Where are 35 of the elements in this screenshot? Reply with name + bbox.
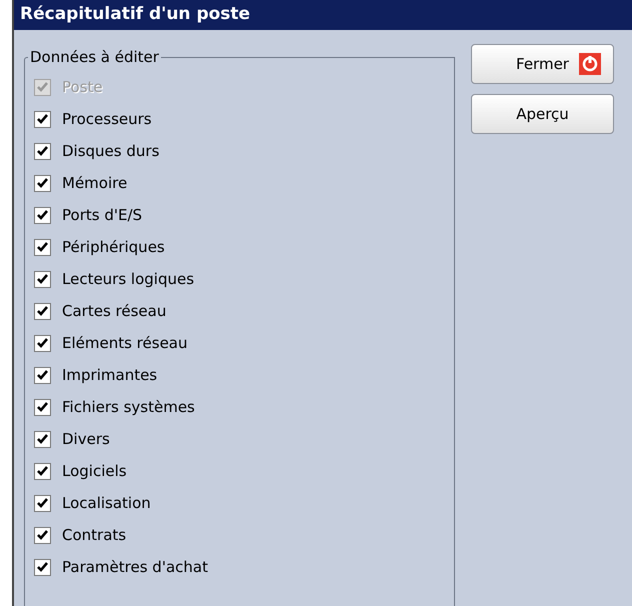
preview-button[interactable]: Aperçu <box>471 94 614 134</box>
checkbox-label: Disques durs <box>62 140 160 162</box>
close-button[interactable]: Fermer <box>471 44 614 84</box>
checkbox-label: Périphériques <box>62 236 165 258</box>
checkbox-label: Lecteurs logiques <box>62 268 194 290</box>
checkbox[interactable] <box>34 302 51 320</box>
checkbox[interactable] <box>34 142 51 160</box>
power-icon <box>579 53 601 75</box>
checkbox[interactable] <box>34 494 51 512</box>
checkbox-label: Logiciels <box>62 460 127 482</box>
checkbox-label: Fichiers systèmes <box>62 396 195 418</box>
window-title: Récapitulatif d'un poste <box>14 0 632 30</box>
checkbox[interactable] <box>34 398 51 416</box>
checkbox-label: Poste <box>62 76 103 98</box>
checkbox-label: Processeurs <box>62 108 152 130</box>
checkbox[interactable] <box>34 334 51 352</box>
checkbox[interactable] <box>34 174 51 192</box>
checkbox[interactable] <box>34 430 51 448</box>
checkbox[interactable] <box>34 366 51 384</box>
checkbox-label: Divers <box>62 428 110 450</box>
checkbox-label: Paramètres d'achat <box>62 556 208 578</box>
checkbox[interactable] <box>34 270 51 288</box>
checkbox[interactable] <box>34 462 51 480</box>
checkbox-label: Contrats <box>62 524 126 546</box>
checkbox[interactable] <box>34 558 51 576</box>
checkbox-label: Ports d'E/S <box>62 204 142 226</box>
checkbox-label: Cartes réseau <box>62 300 166 322</box>
checkbox[interactable] <box>34 526 51 544</box>
checkbox[interactable] <box>34 110 51 128</box>
checkbox-label: Eléments réseau <box>62 332 188 354</box>
checkbox-label: Mémoire <box>62 172 128 194</box>
checkbox[interactable] <box>34 206 51 224</box>
checkbox[interactable] <box>34 238 51 256</box>
checkbox-label: Localisation <box>62 492 151 514</box>
checkbox-label: Imprimantes <box>62 364 158 386</box>
